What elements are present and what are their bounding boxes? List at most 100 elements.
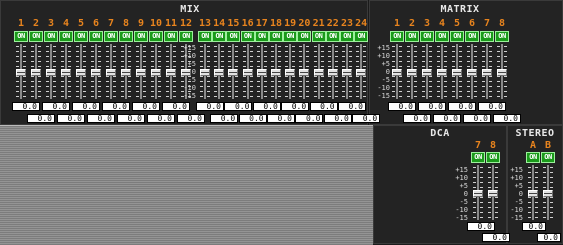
- mix-fader-tick: [38, 91, 41, 92]
- mix-fader-knob[interactable]: [313, 69, 324, 76]
- mix-fader-tick: [46, 56, 49, 57]
- stereo-fader-knob[interactable]: [528, 190, 538, 197]
- mix-fader-knob[interactable]: [61, 69, 71, 76]
- mix-fader-tick: [98, 76, 101, 77]
- mix-fader-knob[interactable]: [121, 69, 131, 76]
- matrix-fader-tick: [414, 56, 417, 57]
- dca-scale-label: -10: [455, 206, 468, 214]
- dca-fader-knob[interactable]: [488, 190, 498, 197]
- mix-fader-knob[interactable]: [256, 69, 267, 76]
- mix-fader-knob[interactable]: [136, 69, 146, 76]
- mix-on-button[interactable]: ON: [354, 31, 369, 42]
- matrix-on-button[interactable]: ON: [435, 31, 449, 42]
- stereo-fader-knob[interactable]: [543, 190, 553, 197]
- dca-channel-number: 8: [489, 140, 497, 151]
- matrix-fader-knob[interactable]: [407, 69, 417, 76]
- mix-on-button[interactable]: ON: [283, 31, 298, 42]
- mix-fader-knob[interactable]: [91, 69, 101, 76]
- mix-on-button[interactable]: ON: [212, 31, 227, 42]
- mix-on-button[interactable]: ON: [89, 31, 103, 42]
- mix-fader-knob[interactable]: [271, 69, 281, 76]
- mix-fader-tick: [128, 61, 131, 62]
- mix-on-button[interactable]: ON: [325, 31, 340, 42]
- mix-on-button[interactable]: ON: [311, 31, 326, 42]
- mix-fader-knob[interactable]: [214, 69, 225, 76]
- mix-fader-knob[interactable]: [151, 69, 161, 76]
- mix-on-button[interactable]: ON: [179, 31, 193, 42]
- matrix-on-button[interactable]: ON: [390, 31, 404, 42]
- stereo-on-button[interactable]: ON: [526, 152, 540, 163]
- mix-on-button[interactable]: ON: [59, 31, 73, 42]
- mix-on-button[interactable]: ON: [134, 31, 148, 42]
- matrix-fader-knob[interactable]: [482, 69, 492, 76]
- matrix-fader-knob[interactable]: [497, 69, 507, 76]
- mix-on-button[interactable]: ON: [297, 31, 312, 42]
- matrix-fader-knob[interactable]: [467, 69, 477, 76]
- matrix-on-button[interactable]: ON: [495, 31, 509, 42]
- matrix-fader-tick: [392, 66, 395, 67]
- mix-on-button[interactable]: ON: [14, 31, 28, 42]
- matrix-on-button[interactable]: ON: [480, 31, 494, 42]
- stereo-fader-tick: [528, 197, 531, 198]
- mix-on-button[interactable]: ON: [29, 31, 43, 42]
- mix-fader-tick: [106, 91, 109, 92]
- mix-fader-tick: [200, 86, 203, 87]
- matrix-on-button[interactable]: ON: [450, 31, 464, 42]
- dca-on-button[interactable]: ON: [471, 152, 485, 163]
- mix-fader-tick: [91, 66, 94, 67]
- mix-fader-knob[interactable]: [16, 69, 26, 76]
- mix-on-button[interactable]: ON: [226, 31, 241, 42]
- mix-fader-knob[interactable]: [166, 69, 176, 76]
- mix-on-button[interactable]: ON: [198, 31, 212, 42]
- mix-fader-tick: [143, 56, 146, 57]
- stereo-fader-tick: [535, 177, 538, 178]
- matrix-on-button[interactable]: ON: [405, 31, 419, 42]
- mix-on-button[interactable]: ON: [240, 31, 255, 42]
- mix-fader-tick: [31, 51, 34, 52]
- dca-on-button[interactable]: ON: [486, 152, 500, 163]
- mix-fader-knob[interactable]: [46, 69, 56, 76]
- mix-fader-knob[interactable]: [200, 69, 210, 76]
- mix-fader-knob[interactable]: [106, 69, 116, 76]
- mix-on-button[interactable]: ON: [119, 31, 133, 42]
- empty-striped-area: [0, 125, 373, 245]
- mix-fader-knob[interactable]: [31, 69, 41, 76]
- stereo-on-button[interactable]: ON: [541, 152, 555, 163]
- mix-fader-tick: [91, 51, 94, 52]
- dca-fader-tick: [488, 182, 491, 183]
- matrix-on-button[interactable]: ON: [465, 31, 479, 42]
- mix-on-button[interactable]: ON: [149, 31, 163, 42]
- matrix-fader-knob[interactable]: [422, 69, 432, 76]
- mix-fader-tick: [38, 51, 41, 52]
- matrix-fader-knob[interactable]: [392, 69, 402, 76]
- mix-fader-knob[interactable]: [242, 69, 253, 76]
- mix-fader-tick: [53, 86, 56, 87]
- mix-fader-tick: [214, 86, 218, 87]
- dca-fader-tick: [473, 167, 476, 168]
- mix-fader-knob[interactable]: [228, 69, 239, 76]
- matrix-on-button[interactable]: ON: [420, 31, 434, 42]
- matrix-fader-tick: [399, 61, 402, 62]
- mix-fader-knob[interactable]: [342, 69, 352, 76]
- dca-fader-tick: [480, 187, 483, 188]
- mix-on-button[interactable]: ON: [269, 31, 283, 42]
- mix-on-button[interactable]: ON: [104, 31, 118, 42]
- mix-fader-knob[interactable]: [356, 69, 367, 76]
- mix-on-button[interactable]: ON: [340, 31, 354, 42]
- mix-on-button[interactable]: ON: [254, 31, 269, 42]
- matrix-fader-knob[interactable]: [452, 69, 462, 76]
- matrix-fader-tick: [452, 96, 455, 97]
- mix-on-button[interactable]: ON: [164, 31, 178, 42]
- matrix-fader-tick: [437, 56, 440, 57]
- mix-fader-knob[interactable]: [285, 69, 296, 76]
- matrix-fader-tick: [459, 61, 462, 62]
- dca-fader-knob[interactable]: [473, 190, 483, 197]
- mix-fader-knob[interactable]: [299, 69, 310, 76]
- mix-fader-knob[interactable]: [76, 69, 86, 76]
- mix-on-button[interactable]: ON: [74, 31, 88, 42]
- mix-fader-knob[interactable]: [327, 69, 338, 76]
- matrix-fader-knob[interactable]: [437, 69, 447, 76]
- mix-fader-tick: [46, 86, 49, 87]
- matrix-fader-tick: [399, 46, 402, 47]
- mix-on-button[interactable]: ON: [44, 31, 58, 42]
